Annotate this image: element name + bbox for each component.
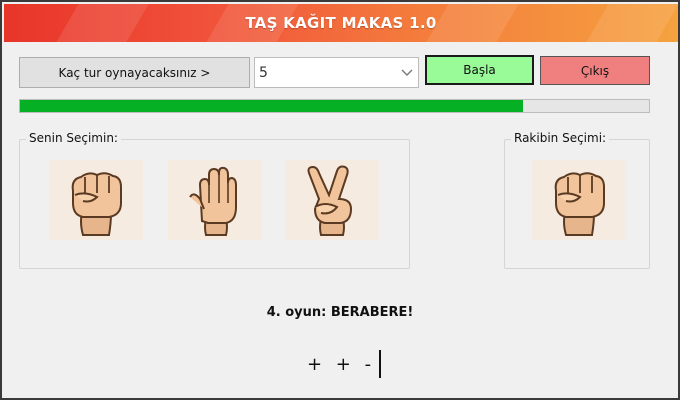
open-hand-icon <box>189 166 237 236</box>
rounds-value: 5 <box>259 64 268 81</box>
app-window: TAŞ KAĞIT MAKAS 1.0 Kaç tur oynayacaksın… <box>0 0 680 400</box>
score-display: + + - <box>307 349 382 379</box>
start-button[interactable]: Başla <box>425 55 534 85</box>
rival-choice-group: Rakibin Seçimi: <box>504 131 650 269</box>
rival-choice-legend: Rakibin Seçimi: <box>511 131 610 145</box>
score-marks: + + - <box>307 353 376 375</box>
progress-fill <box>20 100 524 112</box>
app-title: TAŞ KAĞIT MAKAS 1.0 <box>245 14 437 32</box>
rival-choice-display <box>532 160 626 240</box>
paper-choice-button[interactable] <box>168 160 262 240</box>
exit-button[interactable]: Çıkış <box>540 56 650 85</box>
rounds-select[interactable]: 5 <box>254 57 419 88</box>
player-choice-legend: Senin Seçimin: <box>26 131 121 145</box>
round-progress-bar <box>19 99 650 113</box>
victory-hand-icon <box>307 165 353 236</box>
fist-icon <box>71 172 122 236</box>
scissors-choice-button[interactable] <box>285 160 379 240</box>
title-bar: TAŞ KAĞIT MAKAS 1.0 <box>4 4 678 42</box>
fist-icon <box>554 172 605 236</box>
rounds-label-button[interactable]: Kaç tur oynayacaksınız > <box>19 57 250 88</box>
round-result-text: 4. oyun: BERABERE! <box>266 305 414 320</box>
player-choice-group: Senin Seçimin: <box>19 131 410 269</box>
text-caret <box>379 350 382 378</box>
rock-choice-button[interactable] <box>49 160 143 240</box>
chevron-down-icon <box>401 69 413 76</box>
